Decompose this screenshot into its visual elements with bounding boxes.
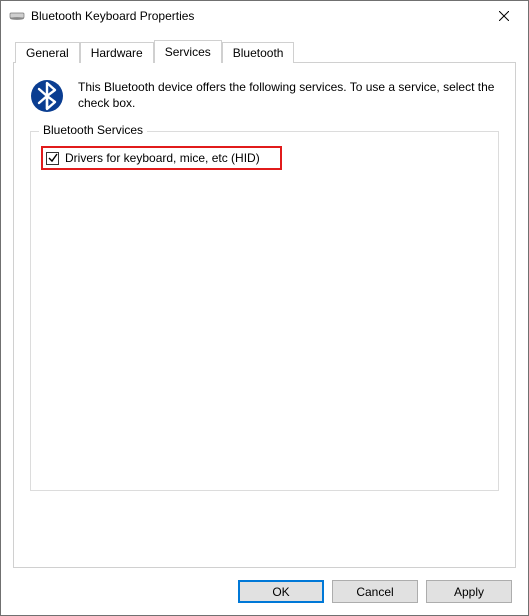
dialog-buttons: OK Cancel Apply bbox=[13, 568, 516, 603]
bluetooth-icon bbox=[30, 79, 64, 113]
close-icon bbox=[499, 11, 509, 21]
device-icon bbox=[9, 8, 25, 24]
cancel-button[interactable]: Cancel bbox=[332, 580, 418, 603]
service-checkbox-hid[interactable] bbox=[46, 152, 59, 165]
tab-services[interactable]: Services bbox=[154, 40, 222, 63]
tab-general[interactable]: General bbox=[15, 42, 80, 63]
apply-button[interactable]: Apply bbox=[426, 580, 512, 603]
tab-bluetooth[interactable]: Bluetooth bbox=[222, 42, 295, 63]
group-label: Bluetooth Services bbox=[39, 123, 147, 137]
service-row: Drivers for keyboard, mice, etc (HID) bbox=[41, 146, 488, 170]
highlight-annotation: Drivers for keyboard, mice, etc (HID) bbox=[41, 146, 282, 170]
window-title: Bluetooth Keyboard Properties bbox=[31, 9, 481, 23]
titlebar: Bluetooth Keyboard Properties bbox=[1, 1, 528, 31]
tab-hardware[interactable]: Hardware bbox=[80, 42, 154, 63]
properties-dialog: Bluetooth Keyboard Properties General Ha… bbox=[0, 0, 529, 616]
bluetooth-services-group: Bluetooth Services Drivers for keyboard,… bbox=[30, 131, 499, 491]
service-label: Drivers for keyboard, mice, etc (HID) bbox=[65, 151, 260, 165]
ok-button[interactable]: OK bbox=[238, 580, 324, 603]
tab-panel-services: This Bluetooth device offers the followi… bbox=[13, 62, 516, 568]
tabstrip: General Hardware Services Bluetooth bbox=[13, 39, 516, 62]
close-button[interactable] bbox=[481, 1, 526, 31]
check-icon bbox=[48, 153, 58, 163]
intro-text: This Bluetooth device offers the followi… bbox=[78, 79, 499, 111]
client-area: General Hardware Services Bluetooth This… bbox=[1, 31, 528, 615]
intro-row: This Bluetooth device offers the followi… bbox=[30, 79, 499, 113]
